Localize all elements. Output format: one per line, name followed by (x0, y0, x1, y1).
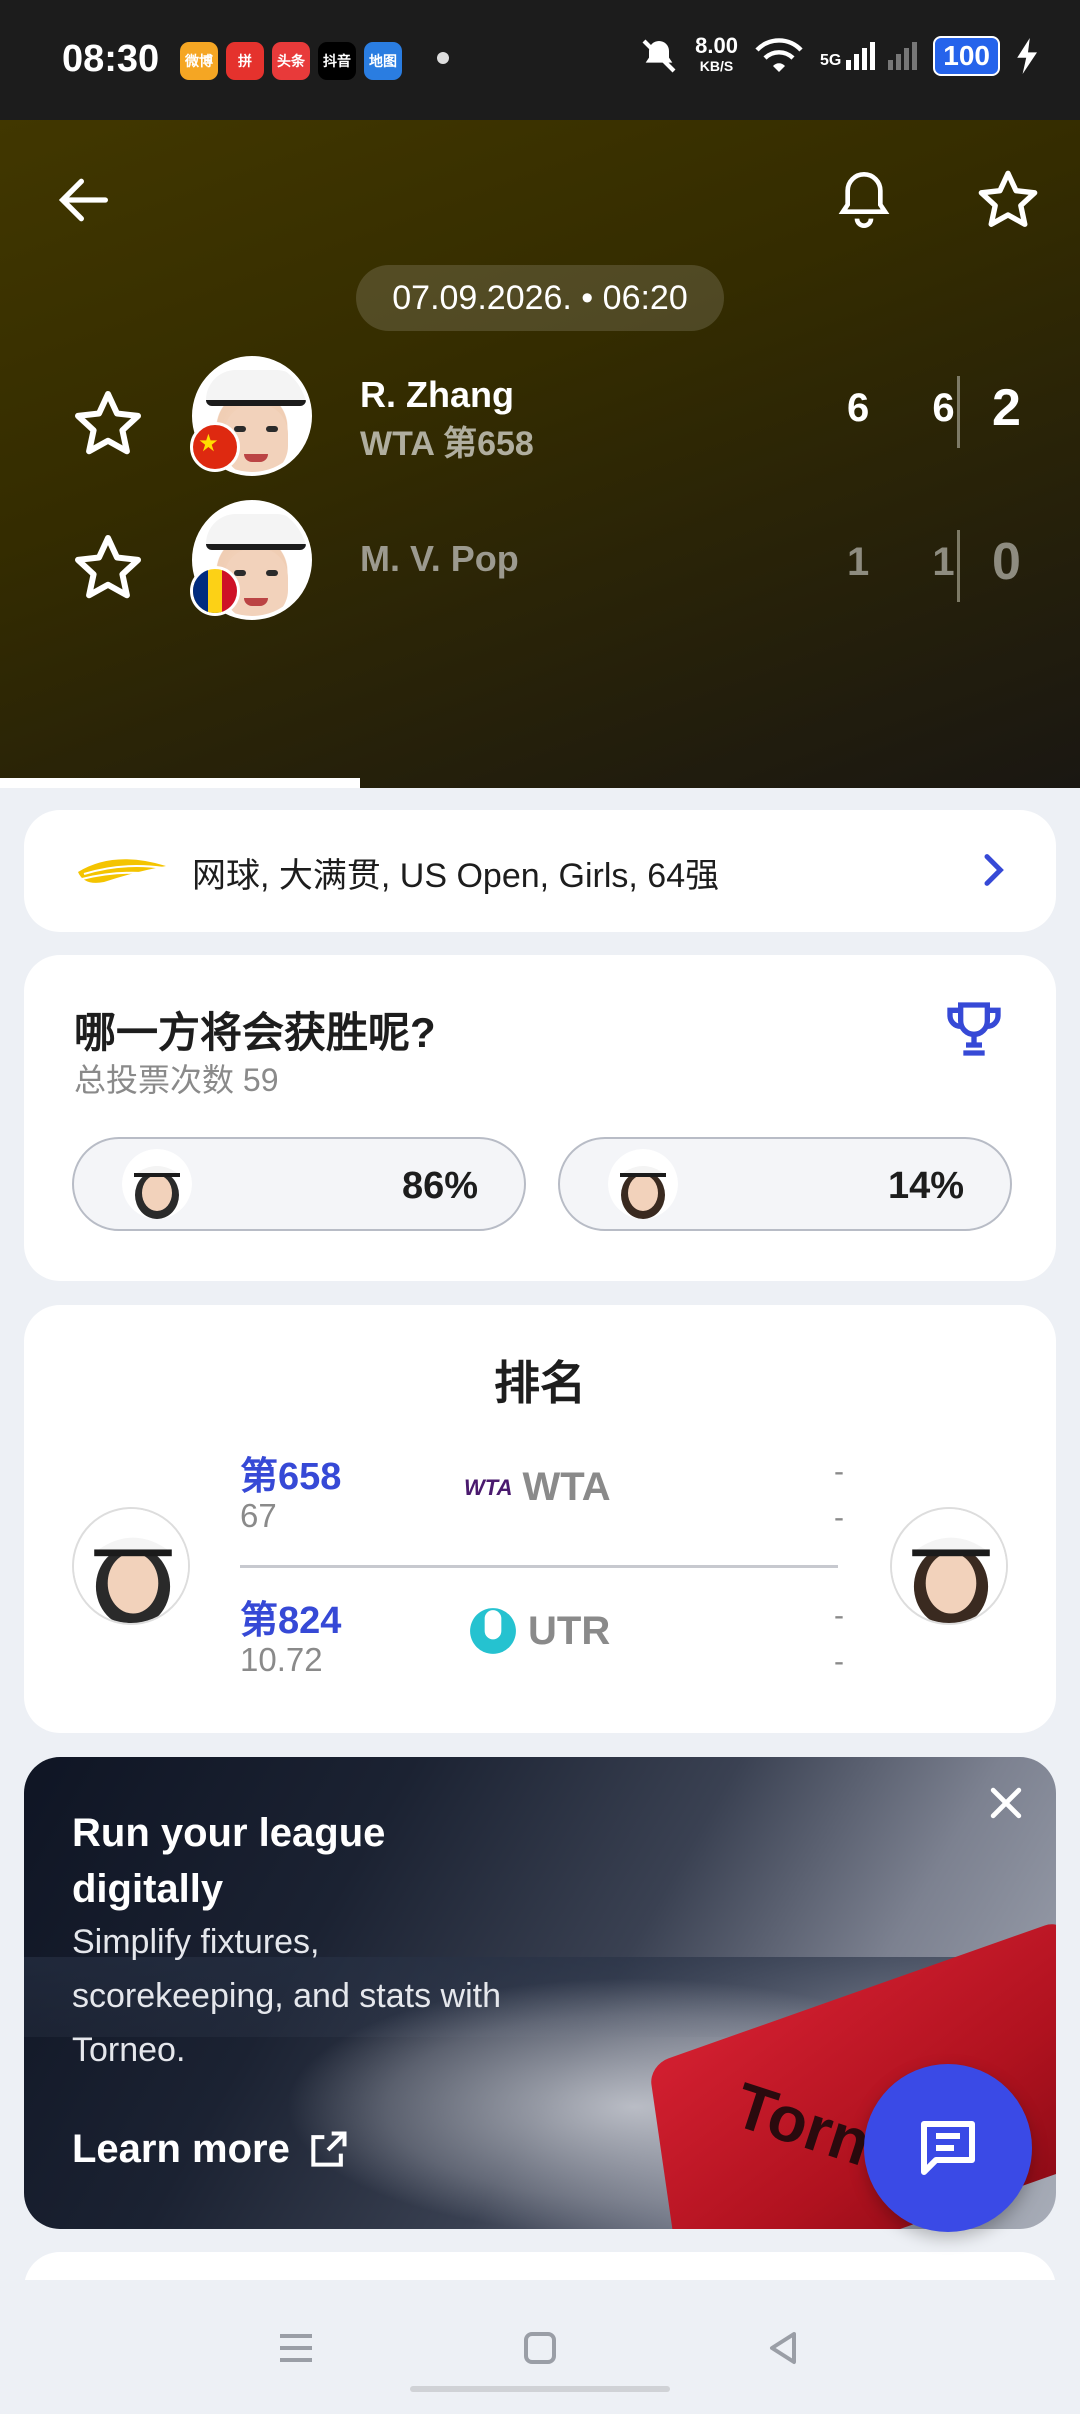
player2-vote-pct: 14% (887, 1165, 964, 1207)
rankings-title: 排名 (494, 1357, 586, 1409)
menu-icon[interactable] (272, 2324, 320, 2372)
player1-rank: WTA 第658 (360, 425, 534, 463)
match-header: 07.09.2026. • 06:20 R. Zhang WTA 第658 6 … (0, 120, 1080, 875)
player-row-2[interactable]: M. V. Pop 1 1 0 (0, 500, 1080, 630)
trophy-icon (947, 1002, 1001, 1056)
close-icon[interactable] (984, 1781, 1028, 1825)
wifi-icon (755, 38, 803, 72)
wta-logo: WTA WTA (464, 1465, 611, 1509)
player1-name: R. Zhang (360, 374, 514, 415)
player1-vote-pct: 86% (401, 1165, 478, 1207)
external-link-icon (311, 2130, 347, 2167)
arrow-left-icon (58, 178, 108, 222)
rankings-divider (240, 1565, 838, 1568)
status-right: 8.00 KB/S 5G 100 (639, 33, 1040, 76)
wta-logo-icon: WTA (464, 1474, 513, 1500)
chevron-right-icon (984, 854, 1004, 886)
back-nav-icon[interactable] (760, 2324, 808, 2372)
player2-mini-avatar (608, 1149, 678, 1219)
vote-count: 总投票次数 59 (74, 1062, 279, 1098)
battery-indicator: 100 (933, 36, 1000, 76)
back-button[interactable] (44, 160, 124, 240)
status-bar: 08:30 微博 拼 头条 抖音 地图 8.00 KB/S 5G 100 (0, 0, 1080, 120)
system-nav-bar (0, 2280, 1080, 2414)
status-time: 08:30 (62, 38, 160, 80)
tab-indicator (0, 778, 360, 788)
player2-name: M. V. Pop (360, 538, 519, 579)
player2-total: 0 (992, 533, 1021, 591)
chat-button[interactable] (864, 2064, 1032, 2232)
us-open-logo-icon (78, 859, 166, 883)
league-label: 网球, 大满贯, US Open, Girls, 64强 (192, 857, 720, 895)
vote-title: 哪一方将会获胜呢? (74, 1009, 436, 1056)
notification-dot (437, 52, 449, 64)
signal-icon: 5G (820, 42, 918, 70)
ranking-player2-avatar[interactable] (890, 1507, 1008, 1625)
learn-more-link[interactable]: Learn more (72, 2127, 350, 2172)
league-card[interactable]: 网球, 大满贯, US Open, Girls, 64强 (24, 810, 1056, 932)
toutiao-icon: 头条 (272, 42, 310, 80)
weibo-icon: 微博 (180, 42, 218, 80)
ranking-player1-avatar[interactable] (72, 1507, 190, 1625)
vote-player2-button[interactable]: 14% (558, 1137, 1012, 1231)
status-app-icons: 微博 拼 头条 抖音 地图 (180, 42, 402, 80)
score-divider (957, 530, 960, 602)
map-icon: 地图 (364, 42, 402, 80)
charging-icon (1017, 38, 1037, 74)
douyin-icon: 抖音 (318, 42, 356, 80)
promo-body: Simplify fixtures, scorekeeping, and sta… (72, 1923, 502, 2069)
vote-card: 哪一方将会获胜呢? 总投票次数 59 86% 14% (24, 955, 1056, 1281)
favorite-match-button[interactable] (968, 160, 1048, 240)
match-datetime: 07.09.2026. • 06:20 (356, 265, 724, 331)
utr-logo-icon (470, 1608, 516, 1654)
star-icon (978, 170, 1038, 227)
notification-button[interactable] (824, 160, 904, 240)
vote-player1-button[interactable]: 86% (72, 1137, 526, 1231)
bell-icon (838, 171, 890, 228)
net-speed: 8.00 KB/S (695, 33, 738, 75)
wta-points: 67 (240, 1497, 277, 1534)
opp-utr-points: - (834, 1645, 844, 1678)
player1-mini-avatar (122, 1149, 192, 1219)
wta-rank: 第658 (240, 1456, 342, 1498)
utr-logo: UTR (468, 1603, 610, 1659)
pinduoduo-icon: 拼 (226, 42, 264, 80)
player1-set-scores: 6 6 (847, 386, 981, 430)
opp-wta-rank: - (834, 1455, 844, 1488)
utr-rank: 第824 (240, 1600, 342, 1642)
opp-utr-rank: - (834, 1599, 844, 1632)
opp-wta-points: - (834, 1501, 844, 1534)
chat-icon (921, 2121, 975, 2175)
player2-set-scores: 1 1 (847, 540, 981, 584)
player-row-1[interactable]: R. Zhang WTA 第658 6 6 2 (0, 356, 1080, 486)
home-indicator (410, 2386, 670, 2392)
player1-total: 2 (992, 379, 1021, 437)
china-flag-icon (190, 422, 240, 472)
utr-points: 10.72 (240, 1641, 323, 1678)
romania-flag-icon (190, 566, 240, 616)
home-icon[interactable] (516, 2324, 564, 2372)
rankings-card: 排名 第658 67 WTA WTA - - 第824 10.72 UTR - … (24, 1305, 1056, 1733)
promo-heading: Run your league digitally (72, 1811, 386, 1911)
score-divider (957, 376, 960, 448)
player2-star-icon[interactable] (72, 532, 144, 604)
mute-icon (642, 39, 676, 73)
player1-star-icon[interactable] (72, 388, 144, 460)
